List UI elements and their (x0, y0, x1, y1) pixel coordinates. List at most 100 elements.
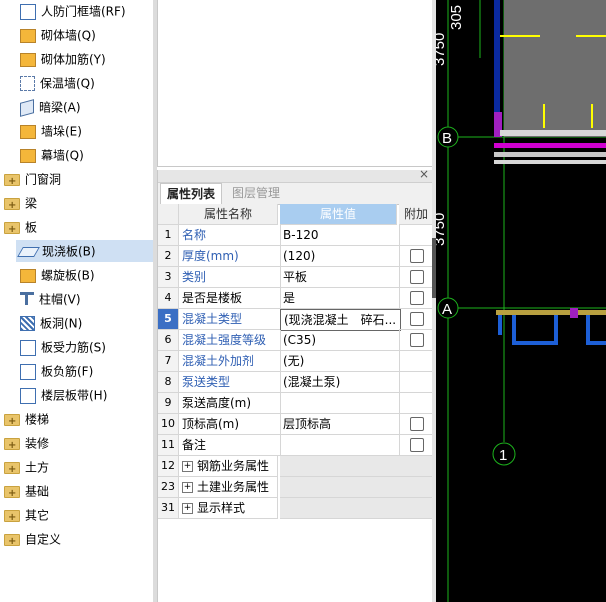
extra-checkbox[interactable] (410, 249, 424, 263)
extra-checkbox[interactable] (410, 333, 424, 347)
panel-titlebar: × (158, 167, 433, 183)
group-label[interactable]: + 显示样式 (179, 498, 278, 519)
tree-folder-stairs[interactable]: 楼梯 (4, 408, 49, 433)
row-number: 23 (158, 477, 179, 498)
property-value[interactable]: (C35) (280, 330, 400, 351)
tree-item-slab-main-rebar[interactable]: 板受力筋(S) (20, 336, 106, 358)
property-value (280, 498, 400, 519)
extra-checkbox[interactable] (410, 312, 424, 326)
property-value[interactable]: (无) (280, 351, 400, 372)
property-value[interactable]: (混凝土泵) (280, 372, 400, 393)
table-row-group[interactable]: 31 + 显示样式 (158, 498, 434, 519)
property-name: 厚度(mm) (179, 246, 281, 267)
group-name: 土建业务属性 (197, 480, 270, 494)
tree-folder-beam[interactable]: 梁 (4, 192, 37, 217)
wall-pier-icon (20, 124, 36, 139)
property-name: 混凝土外加剂 (179, 351, 281, 372)
tree-item-spiral-slab[interactable]: 螺旋板(B) (20, 264, 95, 286)
tree-folder-slab[interactable]: 板 (4, 216, 37, 241)
property-name: 类别 (179, 267, 281, 288)
property-value[interactable] (280, 393, 400, 414)
tab-property-list[interactable]: 属性列表 (160, 183, 223, 205)
table-row-group[interactable]: 23 + 土建业务属性 (158, 477, 434, 498)
extra-cell (399, 456, 434, 477)
table-row[interactable]: 1 名称 B-120 (158, 225, 434, 246)
header-name: 属性名称 (179, 204, 278, 225)
property-name: 顶标高(m) (179, 414, 281, 435)
table-row[interactable]: 7 混凝土外加剂 (无) (158, 351, 434, 372)
row-number: 10 (158, 414, 179, 435)
property-value[interactable] (280, 435, 400, 456)
property-value[interactable]: 平板 (280, 267, 400, 288)
property-name: 混凝土强度等级 (179, 330, 281, 351)
tree-item-cast-slab[interactable]: 现浇板(B) (16, 240, 156, 262)
tree-folder-openings[interactable]: 门窗洞 (4, 168, 61, 193)
table-row[interactable]: 10 顶标高(m) 层顶标高 (158, 414, 434, 435)
extra-checkbox[interactable] (410, 270, 424, 284)
group-name: 钢筋业务属性 (197, 459, 270, 473)
tree-item-masonry-wall[interactable]: 砌体墙(Q) (20, 24, 96, 46)
tree-item-masonry-rebar[interactable]: 砌体加筋(Y) (20, 48, 106, 70)
folder-icon (4, 483, 20, 505)
row-number: 7 (158, 351, 179, 372)
property-value[interactable]: B-120 (280, 225, 400, 246)
wall-line (500, 130, 606, 136)
extra-cell (399, 372, 434, 393)
property-value[interactable]: (120) (280, 246, 400, 267)
cad-drawing-canvas[interactable]: B A 1 305 3750 3750 (436, 0, 606, 602)
tree-folder-custom[interactable]: 自定义 (4, 528, 61, 553)
group-label[interactable]: + 土建业务属性 (179, 477, 278, 498)
tree-item-curtain-wall[interactable]: 幕墙(Q) (20, 144, 84, 166)
table-row[interactable]: 9 泵送高度(m) (158, 393, 434, 414)
folder-icon (4, 195, 20, 217)
row-number: 3 (158, 267, 179, 288)
folder-icon (4, 411, 20, 433)
folder-icon (4, 435, 20, 457)
table-row[interactable]: 3 类别 平板 (158, 267, 434, 288)
table-row[interactable]: 2 厚度(mm) (120) (158, 246, 434, 267)
table-row[interactable]: 8 泵送类型 (混凝土泵) (158, 372, 434, 393)
tree-folder-other[interactable]: 其它 (4, 504, 49, 529)
property-value[interactable]: 层顶标高 (280, 414, 400, 435)
tree-item-floor-slab-strip[interactable]: 楼层板带(H) (20, 384, 107, 406)
row-number: 2 (158, 246, 179, 267)
beam-stirrup (498, 315, 502, 335)
group-label[interactable]: + 钢筋业务属性 (179, 456, 278, 477)
header-corner (158, 204, 179, 225)
table-row[interactable]: 11 备注 (158, 435, 434, 456)
table-row-group[interactable]: 12 + 钢筋业务属性 (158, 456, 434, 477)
tree-folder-earthwork[interactable]: 土方 (4, 456, 49, 481)
tab-layer-management[interactable]: 图层管理 (226, 183, 286, 204)
extra-checkbox[interactable] (410, 291, 424, 305)
header-extra: 附加 (399, 204, 434, 225)
tree-item-insulation-wall[interactable]: 保温墙(Q) (20, 72, 95, 94)
tree-folder-foundation[interactable]: 基础 (4, 480, 49, 505)
expand-icon[interactable]: + (182, 503, 193, 514)
tree-item-slab-negative-rebar[interactable]: 板负筋(F) (20, 360, 93, 382)
beam-line (496, 310, 606, 315)
expand-icon[interactable]: + (182, 461, 193, 472)
tree-item-hidden-beam[interactable]: 暗梁(A) (20, 96, 81, 118)
table-row[interactable]: 6 混凝土强度等级 (C35) (158, 330, 434, 351)
folder-icon (4, 459, 20, 481)
extra-cell (399, 477, 434, 498)
close-icon[interactable]: × (419, 167, 429, 181)
property-value (280, 456, 400, 477)
tree-item-door-frame-wall[interactable]: 人防门框墙(RF) (20, 0, 126, 22)
extra-checkbox[interactable] (410, 417, 424, 431)
folder-icon (4, 507, 20, 529)
table-row[interactable]: 5 混凝土类型 (现浇混凝土 碎石... (158, 309, 434, 331)
property-value-editor[interactable]: (现浇混凝土 碎石... (280, 309, 401, 331)
table-row[interactable]: 4 是否是楼板 是 (158, 288, 434, 309)
tree-item-column-cap[interactable]: 柱帽(V) (20, 288, 81, 310)
column (570, 308, 578, 318)
property-value[interactable]: 是 (280, 288, 400, 309)
extra-checkbox[interactable] (410, 438, 424, 452)
expand-icon[interactable]: + (182, 482, 193, 493)
tree-folder-decoration[interactable]: 装修 (4, 432, 49, 457)
property-name: 泵送高度(m) (179, 393, 281, 414)
masonry-wall-icon (20, 28, 36, 43)
tree-item-wall-pier[interactable]: 墙垛(E) (20, 120, 82, 142)
tree-item-slab-hole[interactable]: 板洞(N) (20, 312, 82, 334)
property-name: 名称 (179, 225, 281, 246)
